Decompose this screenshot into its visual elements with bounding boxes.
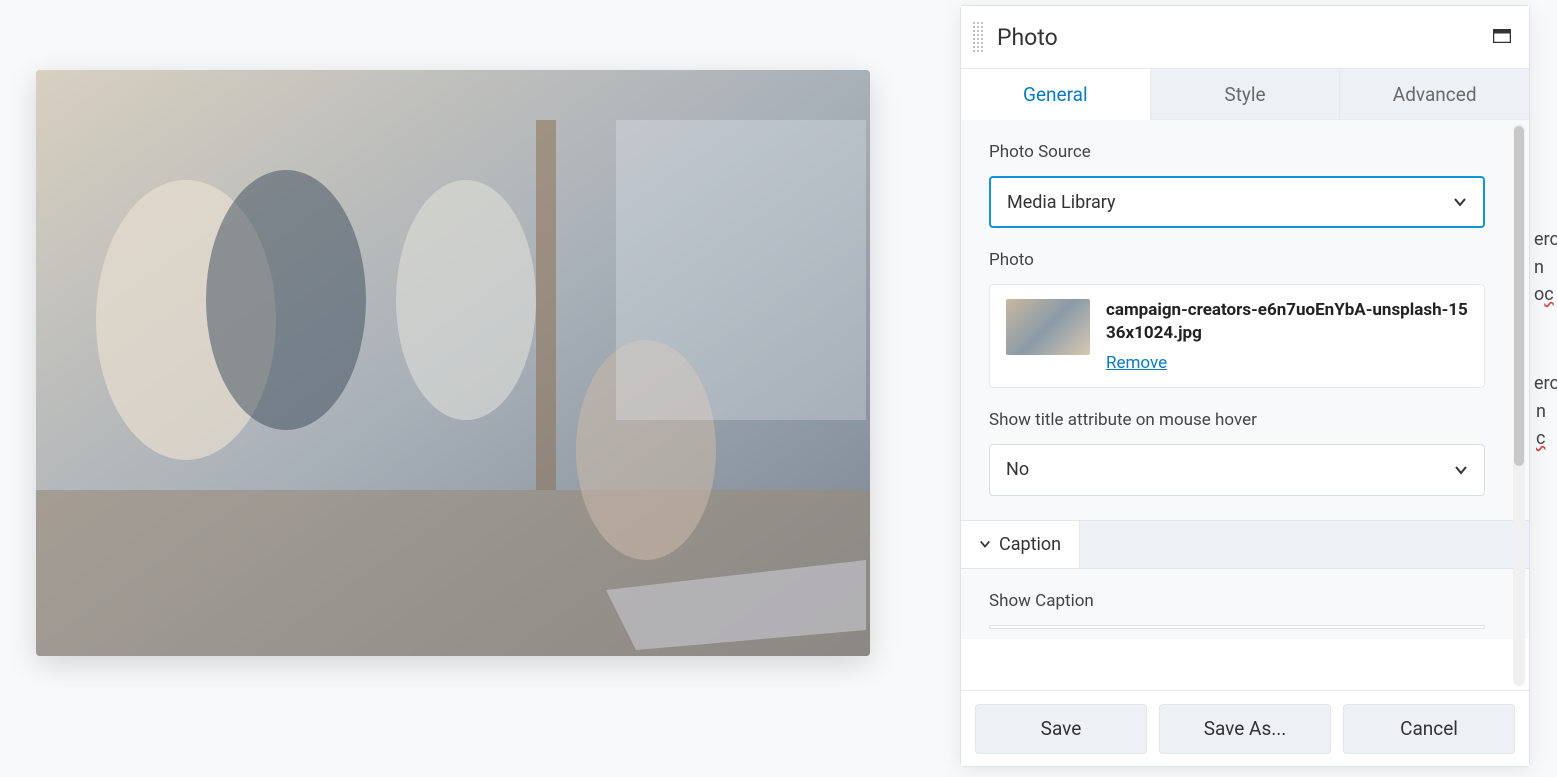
save-as-button[interactable]: Save As...: [1159, 704, 1331, 754]
caption-section-label: Caption: [999, 534, 1061, 555]
chevron-down-icon: [1454, 463, 1468, 477]
bg-text-fragment: n oc: [1534, 254, 1557, 308]
tabs: General Style Advanced: [961, 69, 1529, 120]
chevron-down-icon: [979, 538, 991, 550]
remove-photo-link[interactable]: Remove: [1106, 353, 1167, 373]
title-hover-label: Show title attribute on mouse hover: [989, 410, 1485, 430]
tab-advanced[interactable]: Advanced: [1340, 69, 1529, 119]
chevron-down-icon: [1453, 195, 1467, 209]
cancel-button[interactable]: Cancel: [1343, 704, 1515, 754]
panel-header[interactable]: Photo: [961, 6, 1529, 69]
caption-section-header: Caption: [961, 520, 1529, 569]
title-hover-select[interactable]: No: [989, 444, 1485, 496]
panel-body: Photo Source Media Library Photo campaig…: [961, 120, 1529, 690]
photo-preview-image: [36, 70, 870, 656]
show-caption-label: Show Caption: [989, 591, 1485, 611]
photo-filename: campaign-creators-e6n7uoEnYbA-unsplash-1…: [1106, 299, 1468, 345]
tab-general[interactable]: General: [961, 69, 1151, 120]
photo-selector[interactable]: campaign-creators-e6n7uoEnYbA-unsplash-1…: [989, 284, 1485, 388]
save-button[interactable]: Save: [975, 704, 1147, 754]
scrollbar[interactable]: [1513, 124, 1525, 686]
title-hover-value: No: [1006, 459, 1029, 480]
bg-text-fragment: eros: [1534, 370, 1557, 397]
photo-source-select[interactable]: Media Library: [989, 176, 1485, 228]
photo-source-value: Media Library: [1007, 192, 1116, 213]
bg-text-fragment: eros: [1534, 226, 1557, 253]
panel-footer: Save Save As... Cancel: [961, 690, 1529, 766]
expand-icon[interactable]: [1493, 28, 1511, 42]
tab-style[interactable]: Style: [1151, 69, 1341, 119]
show-caption-select-partial[interactable]: [989, 625, 1485, 629]
settings-panel: Photo General Style Advanced Photo Sourc…: [960, 5, 1530, 767]
bg-text-fragment: n c: [1536, 398, 1557, 452]
canvas-area: [0, 0, 960, 777]
photo-thumbnail: [1006, 299, 1090, 355]
scrollbar-thumb[interactable]: [1514, 126, 1524, 466]
photo-field-label: Photo: [989, 250, 1485, 270]
panel-title: Photo: [997, 24, 1058, 51]
caption-section-toggle[interactable]: Caption: [961, 521, 1080, 568]
drag-handle-icon[interactable]: [969, 13, 987, 61]
photo-source-label: Photo Source: [989, 142, 1485, 162]
photo-module[interactable]: [36, 70, 870, 656]
